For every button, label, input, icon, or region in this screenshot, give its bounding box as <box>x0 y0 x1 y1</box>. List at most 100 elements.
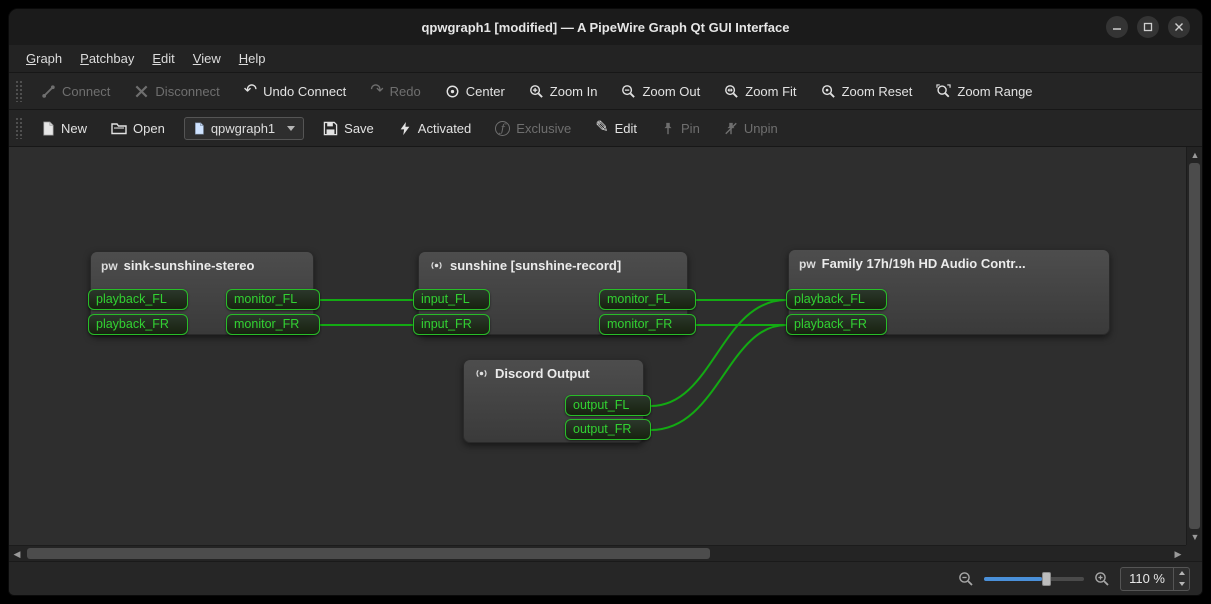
patchbay-file-icon <box>193 122 205 135</box>
titlebar[interactable]: qpwgraph1 [modified] — A PipeWire Graph … <box>9 9 1202 45</box>
menu-graph[interactable]: Graph <box>17 45 71 72</box>
center-icon <box>445 84 460 99</box>
port-input[interactable]: input_FL <box>413 289 490 310</box>
chevron-down-icon <box>287 126 295 131</box>
port-output[interactable]: monitor_FR <box>226 314 320 335</box>
zoom-spinbox[interactable]: 110 % <box>1120 567 1190 591</box>
horizontal-scrollbar[interactable]: ◀ ▶ <box>9 545 1186 561</box>
redo-icon: ↷ <box>370 84 383 98</box>
node-title: sunshine [sunshine-record] <box>450 258 621 273</box>
unpin-icon <box>724 121 738 136</box>
edit-icon: ✎ <box>595 121 608 135</box>
menu-help[interactable]: Help <box>230 45 275 72</box>
zoom-range-icon <box>936 84 951 99</box>
port-input[interactable]: playback_FL <box>786 289 887 310</box>
redo-button[interactable]: ↷ Redo <box>359 79 431 104</box>
undo-icon: ↶ <box>244 84 257 98</box>
zoom-slider-handle[interactable] <box>1042 572 1051 586</box>
patchbay-profile-value: qpwgraph1 <box>211 121 275 136</box>
zoom-out-icon <box>958 571 974 587</box>
graph-canvas[interactable]: pw sink-sunshine-stereo playback_FL play… <box>9 147 1186 545</box>
zoom-in-button[interactable]: Zoom In <box>518 79 609 104</box>
pin-button[interactable]: Pin <box>650 116 711 141</box>
zoom-spin-up[interactable] <box>1174 568 1189 579</box>
open-button[interactable]: Open <box>100 116 176 141</box>
speaker-icon <box>429 258 444 273</box>
disconnect-icon <box>134 84 149 99</box>
pipewire-icon: pw <box>101 259 118 273</box>
pipewire-icon: pw <box>799 257 816 271</box>
node-title: Family 17h/19h HD Audio Contr... <box>822 256 1026 271</box>
undo-connect-button[interactable]: ↶ Undo Connect <box>233 79 358 104</box>
zoom-fit-button[interactable]: Zoom Fit <box>713 79 807 104</box>
menu-view[interactable]: View <box>184 45 230 72</box>
scrollbar-corner <box>1186 545 1202 561</box>
save-icon <box>323 121 338 136</box>
menu-edit[interactable]: Edit <box>143 45 183 72</box>
scroll-up-arrow[interactable]: ▲ <box>1187 147 1203 163</box>
zoom-slider[interactable] <box>984 572 1084 586</box>
unpin-button[interactable]: Unpin <box>713 116 789 141</box>
zoom-reset-button[interactable]: Zoom Reset <box>810 79 924 104</box>
connection-wires <box>9 147 1186 545</box>
pin-icon <box>661 121 675 136</box>
connect-button[interactable]: Connect <box>30 79 121 104</box>
maximize-icon <box>1143 22 1153 32</box>
toolbar-drag-handle[interactable] <box>15 117 22 139</box>
speaker-icon <box>474 366 489 381</box>
port-output[interactable]: output_FR <box>565 419 651 440</box>
port-input[interactable]: input_FR <box>413 314 490 335</box>
new-button[interactable]: New <box>30 116 98 141</box>
menubar: Graph Patchbay Edit View Help <box>9 45 1202 73</box>
menu-patchbay[interactable]: Patchbay <box>71 45 143 72</box>
window-title: qpwgraph1 [modified] — A PipeWire Graph … <box>9 20 1202 35</box>
vertical-scrollbar-thumb[interactable] <box>1189 163 1200 529</box>
patchbay-profile-combo[interactable]: qpwgraph1 <box>184 117 304 140</box>
exclusive-icon: ƒ <box>495 121 510 136</box>
edit-button[interactable]: ✎ Edit <box>584 116 648 141</box>
node-title: sink-sunshine-stereo <box>124 258 255 273</box>
exclusive-button[interactable]: ƒ Exclusive <box>484 116 582 141</box>
scroll-right-arrow[interactable]: ▶ <box>1170 546 1186 562</box>
zoom-fit-icon <box>724 84 739 99</box>
close-button[interactable] <box>1168 16 1190 38</box>
connection-wire[interactable] <box>651 325 786 430</box>
scroll-left-arrow[interactable]: ◀ <box>9 546 25 562</box>
zoom-in-icon <box>529 84 544 99</box>
open-folder-icon <box>111 121 127 135</box>
center-button[interactable]: Center <box>434 79 516 104</box>
activated-icon <box>398 121 412 136</box>
node-title: Discord Output <box>495 366 590 381</box>
vertical-scrollbar[interactable]: ▲ ▼ <box>1186 147 1202 545</box>
port-output[interactable]: output_FL <box>565 395 651 416</box>
port-output[interactable]: monitor_FR <box>599 314 696 335</box>
port-output[interactable]: monitor_FL <box>599 289 696 310</box>
minimize-icon <box>1112 22 1122 32</box>
new-file-icon <box>41 121 55 136</box>
zoom-reset-icon <box>821 84 836 99</box>
horizontal-scrollbar-thumb[interactable] <box>27 548 710 559</box>
statusbar: 110 % <box>9 561 1202 595</box>
zoom-value: 110 % <box>1121 568 1173 590</box>
close-icon <box>1174 22 1184 32</box>
toolbar-drag-handle[interactable] <box>15 80 22 102</box>
app-window: qpwgraph1 [modified] — A PipeWire Graph … <box>8 8 1203 596</box>
toolbar-graph: Connect Disconnect ↶ Undo Connect ↷ Redo… <box>9 73 1202 110</box>
zoom-out-icon <box>621 84 636 99</box>
disconnect-button[interactable]: Disconnect <box>123 79 230 104</box>
port-input[interactable]: playback_FL <box>88 289 188 310</box>
minimize-button[interactable] <box>1106 16 1128 38</box>
connect-icon <box>41 84 56 99</box>
activated-button[interactable]: Activated <box>387 116 482 141</box>
zoom-range-button[interactable]: Zoom Range <box>925 79 1043 104</box>
zoom-spin-down[interactable] <box>1174 579 1189 590</box>
zoom-in-icon <box>1094 571 1110 587</box>
maximize-button[interactable] <box>1137 16 1159 38</box>
zoom-out-button[interactable]: Zoom Out <box>610 79 711 104</box>
toolbar-patchbay: New Open qpwgraph1 Save Activated ƒ Excl… <box>9 110 1202 147</box>
port-input[interactable]: playback_FR <box>786 314 887 335</box>
port-output[interactable]: monitor_FL <box>226 289 320 310</box>
scroll-down-arrow[interactable]: ▼ <box>1187 529 1203 545</box>
port-input[interactable]: playback_FR <box>88 314 188 335</box>
save-button[interactable]: Save <box>312 116 385 141</box>
